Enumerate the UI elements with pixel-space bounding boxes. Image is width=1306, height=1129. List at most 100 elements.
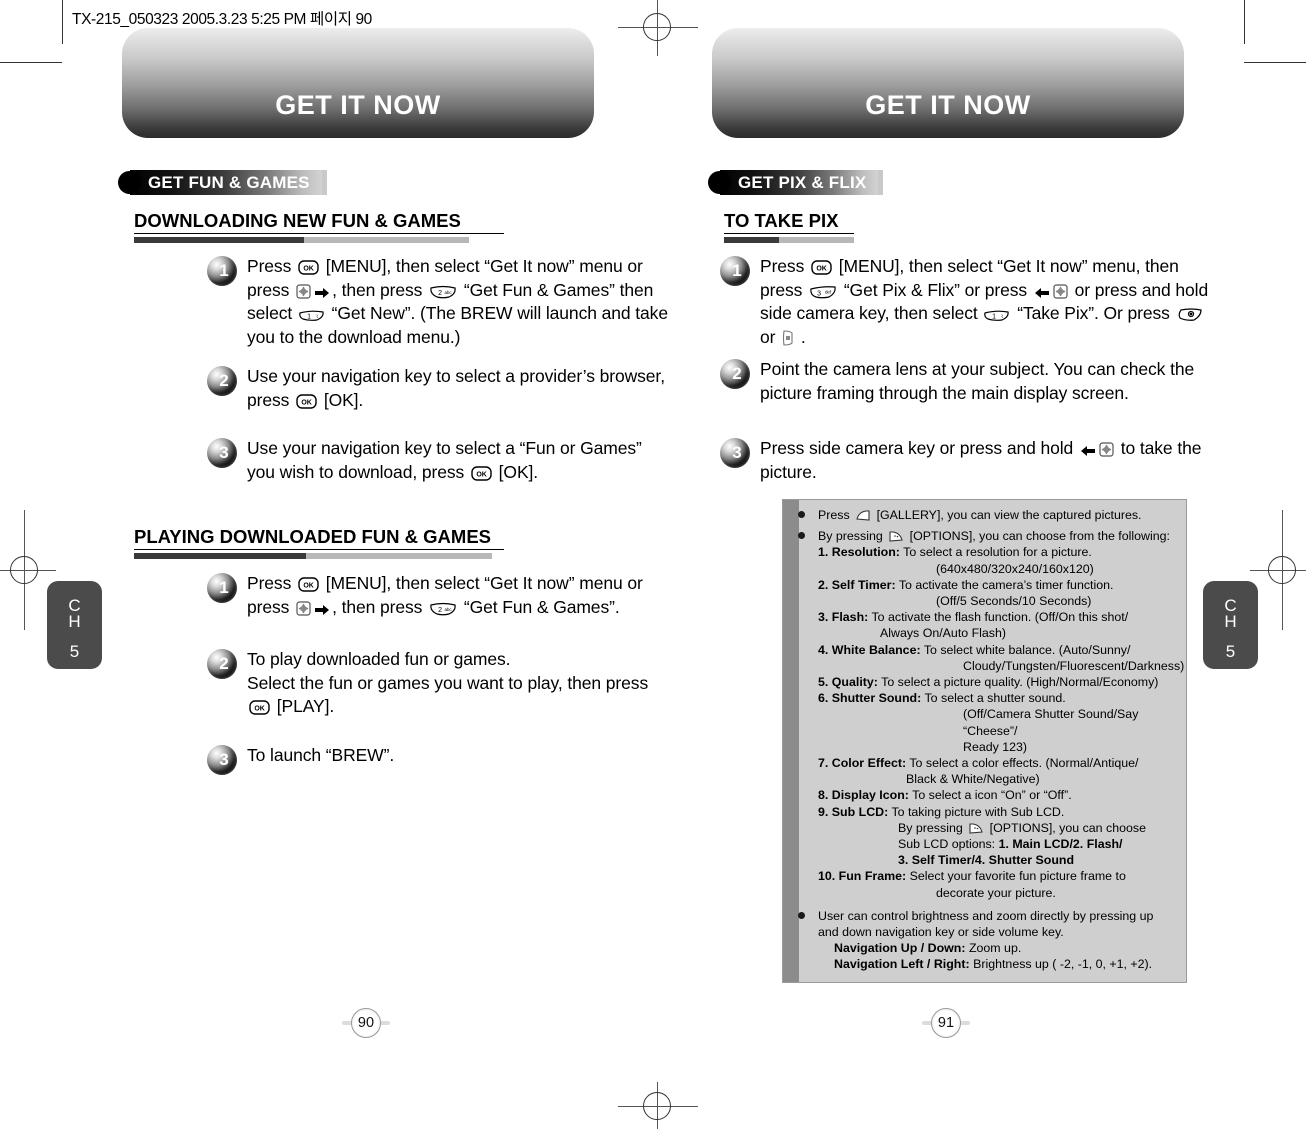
- subsection-title: PLAYING DOWNLOADED FUN & GAMES: [134, 526, 491, 547]
- ok-key-icon: OK: [298, 260, 319, 275]
- step-number: 3: [207, 745, 237, 775]
- registration-mark-right: [1250, 510, 1306, 630]
- left-page: GET IT NOW GET FUN & GAMES DOWNLOADING N…: [62, 0, 668, 1129]
- svg-text:abc: abc: [445, 607, 453, 612]
- side-camera-key-icon: [782, 329, 794, 346]
- option-color-effect-cont: Black & White/Negative): [906, 772, 1040, 787]
- step-item: 1 Press OK [MENU], then select “Get It n…: [720, 255, 1215, 349]
- svg-text:3: 3: [817, 290, 821, 297]
- page-title-banner: GET IT NOW: [122, 28, 594, 138]
- subsection-heading-2: PLAYING DOWNLOADED FUN & GAMES: [134, 526, 504, 559]
- nav-updown-desc: Zoom up.: [968, 941, 1022, 956]
- badge-tail: [321, 170, 327, 195]
- subsection-title: DOWNLOADING NEW FUN & GAMES: [134, 210, 461, 231]
- navigation-key-icon: [1053, 283, 1068, 299]
- arrow-left-icon: [1034, 287, 1049, 299]
- option-sub-lcd-line-2: Sub LCD options: 1. Main LCD/2. Flash/: [898, 837, 1123, 852]
- step-text: To launch “BREW”.: [247, 745, 395, 765]
- option-bullet-options-intro: By pressing [OPTIONS], you can choose fr…: [798, 528, 1184, 544]
- nav-lr-label: Navigation Left / Right:: [834, 957, 970, 972]
- step-number: 3: [720, 438, 750, 468]
- svg-text:OK: OK: [816, 266, 826, 273]
- svg-text:⌇: ⌇: [1001, 314, 1003, 320]
- option-resolution: 1. Resolution: To select a resolution fo…: [818, 544, 1184, 560]
- option-desc: To select a shutter sound.: [924, 691, 1066, 706]
- step-text: Use your navigation key to select a prov…: [247, 366, 665, 410]
- navigation-key-icon: [296, 283, 311, 299]
- navigation-key-icon: [1099, 442, 1114, 457]
- step-number: 3: [207, 438, 237, 468]
- bullet-icon: [798, 911, 805, 919]
- option-bullet-gallery: Press [GALLERY], you can view the captur…: [798, 507, 1184, 523]
- chapter-tab-line3: 5: [69, 642, 80, 661]
- nav-updown-label: Navigation Up / Down:: [834, 941, 966, 956]
- subsection-heading-1: DOWNLOADING NEW FUN & GAMES: [134, 210, 504, 243]
- step-item: 2 Use your navigation key to select a pr…: [207, 365, 672, 412]
- svg-text:OK: OK: [303, 583, 313, 590]
- option-bullet-brightness: User can control brightness and zoom dir…: [798, 908, 1184, 924]
- option-shutter-sound-cont-1: (Off/Camera Shutter Sound/Say “Cheese”/: [963, 707, 1139, 738]
- nav-updown-line: Navigation Up / Down: Zoom up.: [818, 940, 1184, 956]
- ok-key-icon: OK: [249, 700, 270, 715]
- navigation-key-icon: [296, 600, 311, 616]
- option-white-balance-cont: Cloudy/Tungsten/Fluorescent/Darkness): [963, 658, 1185, 673]
- option-label: 1. Resolution:: [818, 545, 900, 560]
- svg-text:OK: OK: [303, 266, 313, 273]
- svg-text:OK: OK: [254, 706, 264, 713]
- gallery-key-icon: [855, 510, 871, 522]
- option-color-effect: 7. Color Effect: To select a color effec…: [818, 755, 1184, 771]
- step-item: 3 To launch “BREW”.: [207, 744, 677, 775]
- ok-key-icon: OK: [811, 260, 832, 275]
- chapter-tab-right: C H 5: [1203, 581, 1258, 669]
- page-number: 90: [342, 1008, 390, 1038]
- options-panel-sidebar: [783, 500, 799, 982]
- option-desc: To select white balance. (Auto/Sunny/: [923, 642, 1131, 657]
- crop-mark-top-right-vertical: [1244, 0, 1245, 44]
- step-item: 2 Point the camera lens at your subject.…: [720, 358, 1215, 405]
- options-key-icon: [968, 823, 984, 835]
- option-desc: To taking picture with Sub LCD.: [891, 804, 1065, 819]
- key-3def-icon: 3 def: [809, 285, 837, 299]
- option-self-timer-cont: (Off/5 Seconds/10 Seconds): [936, 594, 1092, 609]
- option-flash-cont: Always On/Auto Flash): [880, 626, 1007, 641]
- option-fun-frame-cont: decorate your picture.: [936, 885, 1056, 900]
- option-desc: Select your favorite fun picture frame t…: [909, 869, 1126, 884]
- step-number: 2: [207, 649, 237, 679]
- chapter-tab-line2: H: [1224, 612, 1237, 631]
- svg-text:2: 2: [438, 290, 442, 297]
- step-text: Press OK [MENU], then select “Get It now…: [760, 256, 1209, 347]
- option-desc: To activate the flash function. (Off/On …: [871, 610, 1129, 625]
- key-2abc-icon: 2 abc: [429, 602, 457, 616]
- page-title: GET IT NOW: [275, 90, 441, 120]
- option-label: 9. Sub LCD:: [818, 804, 889, 819]
- step-text: Point the camera lens at your subject. Y…: [760, 359, 1195, 403]
- svg-text:OK: OK: [301, 399, 311, 406]
- page-title-banner: GET IT NOW: [712, 28, 1184, 138]
- section-badge: GET PIX & FLIX: [708, 170, 884, 195]
- step-number: 1: [207, 573, 237, 603]
- key-2abc-icon: 2 abc: [429, 285, 457, 299]
- nav-lr-desc: Brightness up ( -2, -1, 0, +1, +2).: [973, 957, 1153, 972]
- step-number: 2: [207, 366, 237, 396]
- step-item: 3 Use your navigation key to select a “F…: [207, 437, 672, 484]
- svg-text:OK: OK: [476, 471, 486, 478]
- key-1-icon: 1 ⌇: [299, 308, 325, 322]
- step-number: 1: [720, 256, 750, 286]
- page-number-value: 90: [351, 1008, 381, 1038]
- crop-mark-top-right-horizontal: [1244, 62, 1306, 63]
- options-key-icon: [888, 531, 904, 543]
- page-title: GET IT NOW: [865, 90, 1031, 120]
- brightness-line-2: and down navigation key or side volume k…: [818, 925, 1064, 940]
- option-label: 5. Quality:: [818, 675, 878, 690]
- step-text: Press side camera key or press and hold …: [760, 438, 1202, 482]
- step-text: To play downloaded fun or games. Select …: [247, 649, 649, 716]
- arrow-right-icon: [315, 604, 330, 616]
- step-text: Use your navigation key to select a “Fun…: [247, 438, 642, 482]
- svg-text:abc: abc: [445, 290, 453, 295]
- step-text: Press OK [MENU], then select “Get It now…: [247, 573, 643, 617]
- option-shutter-sound-cont-2: Ready 123): [963, 739, 1028, 754]
- option-flash: 3. Flash: To activate the flash function…: [818, 609, 1184, 625]
- camera-key-icon: [1177, 307, 1203, 322]
- option-resolution-cont: (640x480/320x240/160x120): [936, 561, 1094, 576]
- step-item: 3 Press side camera key or press and hol…: [720, 437, 1215, 484]
